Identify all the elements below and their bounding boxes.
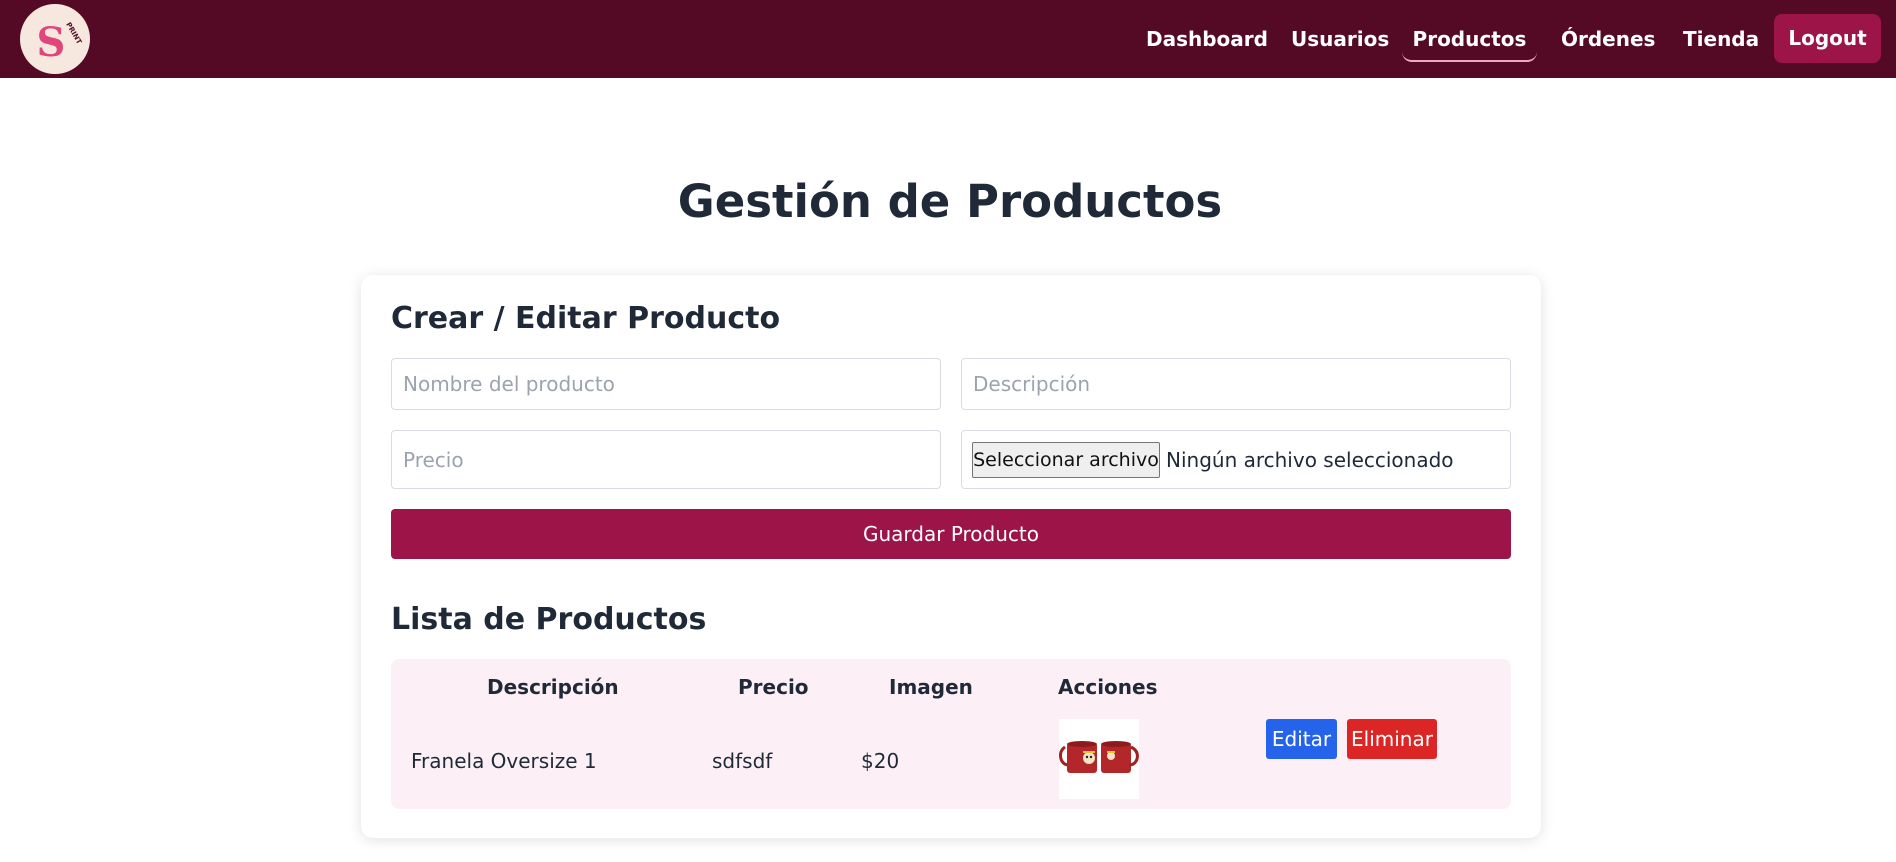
column-header-descripcion: Descripción [487,675,619,699]
logout-button[interactable]: Logout [1774,14,1881,63]
product-name-input[interactable] [391,358,941,410]
product-price-cell: $20 [861,749,900,773]
column-header-imagen: Imagen [889,675,973,699]
product-name-cell: Franela Oversize 1 [411,749,597,773]
nav-usuarios[interactable]: Usuarios [1291,20,1389,62]
nav-productos[interactable]: Productos [1402,20,1537,62]
product-list-title: Lista de Productos [391,602,707,637]
logo-letter: S [37,19,66,66]
logo-small-text: PRINT [64,21,83,46]
edit-product-button[interactable]: Editar [1266,719,1337,759]
product-image-thumbnail [1059,719,1139,799]
product-description-cell: sdfsdf [712,749,773,773]
product-description-input[interactable] [961,358,1511,410]
nav-dashboard[interactable]: Dashboard [1146,20,1268,62]
column-header-precio: Precio [738,675,809,699]
mugs-thumbnail-icon [1059,741,1139,773]
product-price-input[interactable] [391,430,941,489]
image-file-input[interactable]: Seleccionar archivo Ningún archivo selec… [961,430,1511,489]
choose-file-button[interactable]: Seleccionar archivo [972,442,1160,478]
products-table: Descripción Precio Imagen Acciones Frane… [391,659,1511,809]
form-title: Crear / Editar Producto [391,301,781,336]
brand-logo[interactable]: S PRINT [20,4,90,74]
file-status-text: Ningún archivo seleccionado [1166,448,1454,472]
save-product-button[interactable]: Guardar Producto [391,509,1511,559]
delete-product-button[interactable]: Eliminar [1347,719,1437,759]
page-title: Gestión de Productos [677,175,1223,228]
column-header-acciones: Acciones [1058,675,1158,699]
nav-ordenes[interactable]: Órdenes [1561,20,1655,62]
nav-tienda[interactable]: Tienda [1683,20,1759,62]
logo-icon: S PRINT [37,19,84,66]
top-navbar: S PRINT Dashboard Usuarios Productos Órd… [0,0,1896,78]
